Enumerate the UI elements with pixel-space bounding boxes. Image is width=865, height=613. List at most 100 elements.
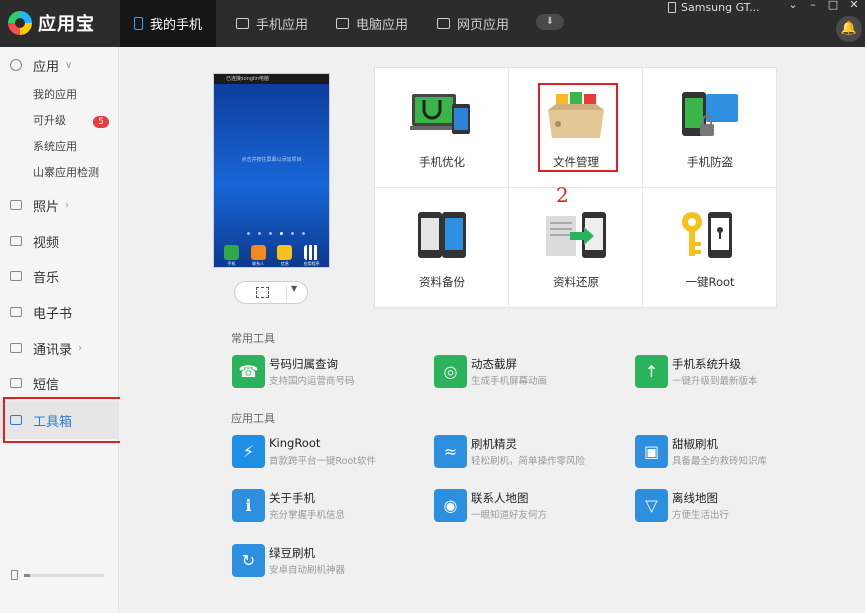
tool-mung-bean-flash[interactable]: ↻ 绿豆刷机 安卓自动刷机神器 bbox=[232, 544, 422, 578]
backup-phones-icon bbox=[418, 212, 466, 258]
pepper-flash-icon: ▣ bbox=[635, 435, 668, 468]
grid-cell-label: 资料还原 bbox=[553, 275, 599, 289]
about-phone-icon: ℹ bbox=[232, 489, 265, 522]
sidebar-item-sms-label: 短信 bbox=[33, 377, 60, 393]
sidebar-item-ebooks[interactable]: 电子书 bbox=[0, 297, 119, 327]
sidebar-item-contacts-label: 通讯录 bbox=[33, 342, 73, 358]
tab-pc-apps[interactable]: 电脑应用 bbox=[322, 0, 422, 47]
grid-cell-anti-theft[interactable]: 手机防盗 bbox=[643, 68, 777, 188]
download-icon: ⬇ bbox=[545, 16, 555, 27]
annotation-label-2: 2 bbox=[556, 183, 569, 207]
grid-cell-label: 手机优化 bbox=[419, 155, 465, 169]
storage-indicator bbox=[11, 570, 104, 580]
tab-phone-apps[interactable]: 手机应用 bbox=[222, 0, 322, 47]
screen-capture-icon: ◎ bbox=[434, 355, 467, 388]
monitor-icon bbox=[336, 18, 349, 29]
menu-icon[interactable]: ⌄ bbox=[786, 0, 800, 12]
device-name: Samsung GT... bbox=[681, 0, 760, 14]
sidebar bbox=[0, 47, 119, 613]
phone-lookup-icon: ☎ bbox=[232, 355, 265, 388]
sidebar-item-ebooks-label: 电子书 bbox=[33, 306, 73, 322]
app-logo-text: 应用宝 bbox=[38, 14, 95, 35]
phone-screen: 点击并按住屏幕以添加项目 手机 联系人 信息 应用程序 bbox=[214, 84, 329, 267]
screenshot-button[interactable]: ▼ bbox=[234, 281, 308, 304]
maximize-icon[interactable]: □ bbox=[826, 0, 840, 12]
photo-icon bbox=[10, 200, 22, 210]
contacts-icon bbox=[10, 343, 22, 353]
app-tools-title: 应用工具 bbox=[231, 412, 275, 425]
chevron-right-icon: › bbox=[65, 199, 70, 211]
tool-flash-wizard[interactable]: ≈ 刷机精灵 轻松刷机，简单操作零风险 bbox=[434, 435, 624, 469]
minimize-icon[interactable]: – bbox=[806, 0, 820, 12]
dock-phone: 手机 bbox=[220, 245, 242, 267]
sidebar-sub-fake-app-check[interactable]: 山寨应用检测 bbox=[33, 165, 99, 181]
app-logo[interactable]: 应用宝 bbox=[8, 8, 118, 38]
chevron-down-icon: ∨ bbox=[65, 59, 73, 71]
grid-cell-one-click-root[interactable]: 一键Root bbox=[643, 188, 777, 308]
tool-number-lookup[interactable]: ☎ 号码归属查询 支持国内运营商号码 bbox=[232, 355, 422, 389]
video-icon bbox=[10, 236, 22, 246]
tab-my-phone-label: 我的手机 bbox=[150, 18, 203, 33]
sidebar-item-contacts[interactable]: 通讯录 › bbox=[0, 333, 119, 363]
annotation-box-1 bbox=[3, 397, 123, 443]
sidebar-item-music-label: 音乐 bbox=[33, 270, 60, 286]
grid-cell-label: 手机防盗 bbox=[687, 155, 733, 169]
anti-theft-icon bbox=[682, 92, 738, 136]
sidebar-item-photos-label: 照片 bbox=[33, 199, 60, 215]
page-indicator bbox=[247, 232, 305, 235]
upgrade-count-badge: 5 bbox=[93, 116, 109, 128]
tab-phone-apps-label: 手机应用 bbox=[256, 18, 309, 33]
top-bar: 应用宝 我的手机 手机应用 电脑应用 网页应用 ⬇ Samsung GT... … bbox=[0, 0, 865, 47]
sidebar-item-music[interactable]: 音乐 bbox=[0, 261, 119, 291]
sidebar-item-apps[interactable]: 应用 ∨ bbox=[0, 50, 119, 80]
tool-offline-map[interactable]: ▽ 离线地图 方便生活出行 bbox=[635, 489, 825, 523]
tool-about-phone[interactable]: ℹ 关于手机 充分掌握手机信息 bbox=[232, 489, 422, 523]
phone-status-text: 已连接songlin电脑 bbox=[226, 76, 269, 82]
sidebar-item-photos[interactable]: 照片 › bbox=[0, 190, 119, 220]
phone-screenshot-preview: 已连接songlin电脑 点击并按住屏幕以添加项目 手机 联系人 信息 应用程序 bbox=[213, 73, 330, 268]
music-icon bbox=[10, 271, 22, 281]
web-icon bbox=[437, 18, 450, 29]
sidebar-sub-my-apps[interactable]: 我的应用 bbox=[33, 87, 77, 103]
dropdown-arrow-icon[interactable]: ▼ bbox=[291, 284, 297, 293]
notification-bell-icon[interactable]: 🔔 bbox=[836, 16, 862, 42]
sidebar-sub-upgradable[interactable]: 可升级 bbox=[33, 113, 66, 129]
phone-status-bar: 已连接songlin电脑 bbox=[214, 74, 329, 84]
tab-web-apps-label: 网页应用 bbox=[457, 18, 510, 33]
tool-sweet-pepper-flash[interactable]: ▣ 甜椒刷机 具备最全的救砖知识库 bbox=[635, 435, 825, 469]
system-upgrade-icon: ↑ bbox=[635, 355, 668, 388]
grid-cell-restore[interactable]: 资料还原 bbox=[509, 188, 643, 308]
restore-data-icon bbox=[546, 212, 606, 258]
storage-bar bbox=[24, 573, 104, 577]
common-tools-title: 常用工具 bbox=[231, 332, 275, 345]
mail-icon bbox=[236, 18, 249, 29]
phone-storage-icon bbox=[11, 570, 18, 580]
sidebar-item-apps-label: 应用 bbox=[33, 59, 60, 75]
grid-cell-phone-optimize[interactable]: 手机优化 bbox=[375, 68, 509, 188]
book-icon bbox=[10, 307, 22, 317]
crop-screenshot-icon bbox=[256, 287, 269, 298]
tool-animated-screenshot[interactable]: ◎ 动态截屏 生成手机屏幕动画 bbox=[434, 355, 624, 389]
sms-icon bbox=[10, 378, 22, 388]
contacts-map-pin-icon: ◉ bbox=[434, 489, 467, 522]
apps-icon bbox=[10, 59, 22, 71]
storage-bar-fill bbox=[24, 573, 31, 577]
phone-optimize-icon bbox=[410, 94, 470, 134]
tab-my-phone[interactable]: 我的手机 bbox=[120, 0, 217, 47]
tool-kingroot[interactable]: ⚡ KingRoot 首款跨平台一键Root软件 bbox=[232, 435, 422, 469]
sidebar-item-sms[interactable]: 短信 bbox=[0, 368, 119, 398]
annotation-box-2 bbox=[538, 83, 618, 172]
tab-web-apps[interactable]: 网页应用 bbox=[423, 0, 523, 47]
sidebar-sub-system-apps[interactable]: 系统应用 bbox=[33, 139, 77, 155]
sidebar-item-videos[interactable]: 视频 bbox=[0, 226, 119, 256]
grid-cell-backup[interactable]: 资料备份 bbox=[375, 188, 509, 308]
dock-app-drawer: 应用程序 bbox=[301, 245, 323, 267]
device-selector[interactable]: Samsung GT... bbox=[668, 0, 760, 14]
mung-bean-flash-icon: ↻ bbox=[232, 544, 265, 577]
download-button[interactable]: ⬇ bbox=[536, 14, 564, 30]
phone-dock: 手机 联系人 信息 应用程序 bbox=[214, 243, 329, 267]
tool-contacts-map[interactable]: ◉ 联系人地图 一眼知道好友何方 bbox=[434, 489, 624, 523]
close-icon[interactable]: ✕ bbox=[847, 0, 861, 12]
tool-system-upgrade[interactable]: ↑ 手机系统升级 一键升级到最新版本 bbox=[635, 355, 825, 389]
phone-icon bbox=[134, 17, 143, 30]
